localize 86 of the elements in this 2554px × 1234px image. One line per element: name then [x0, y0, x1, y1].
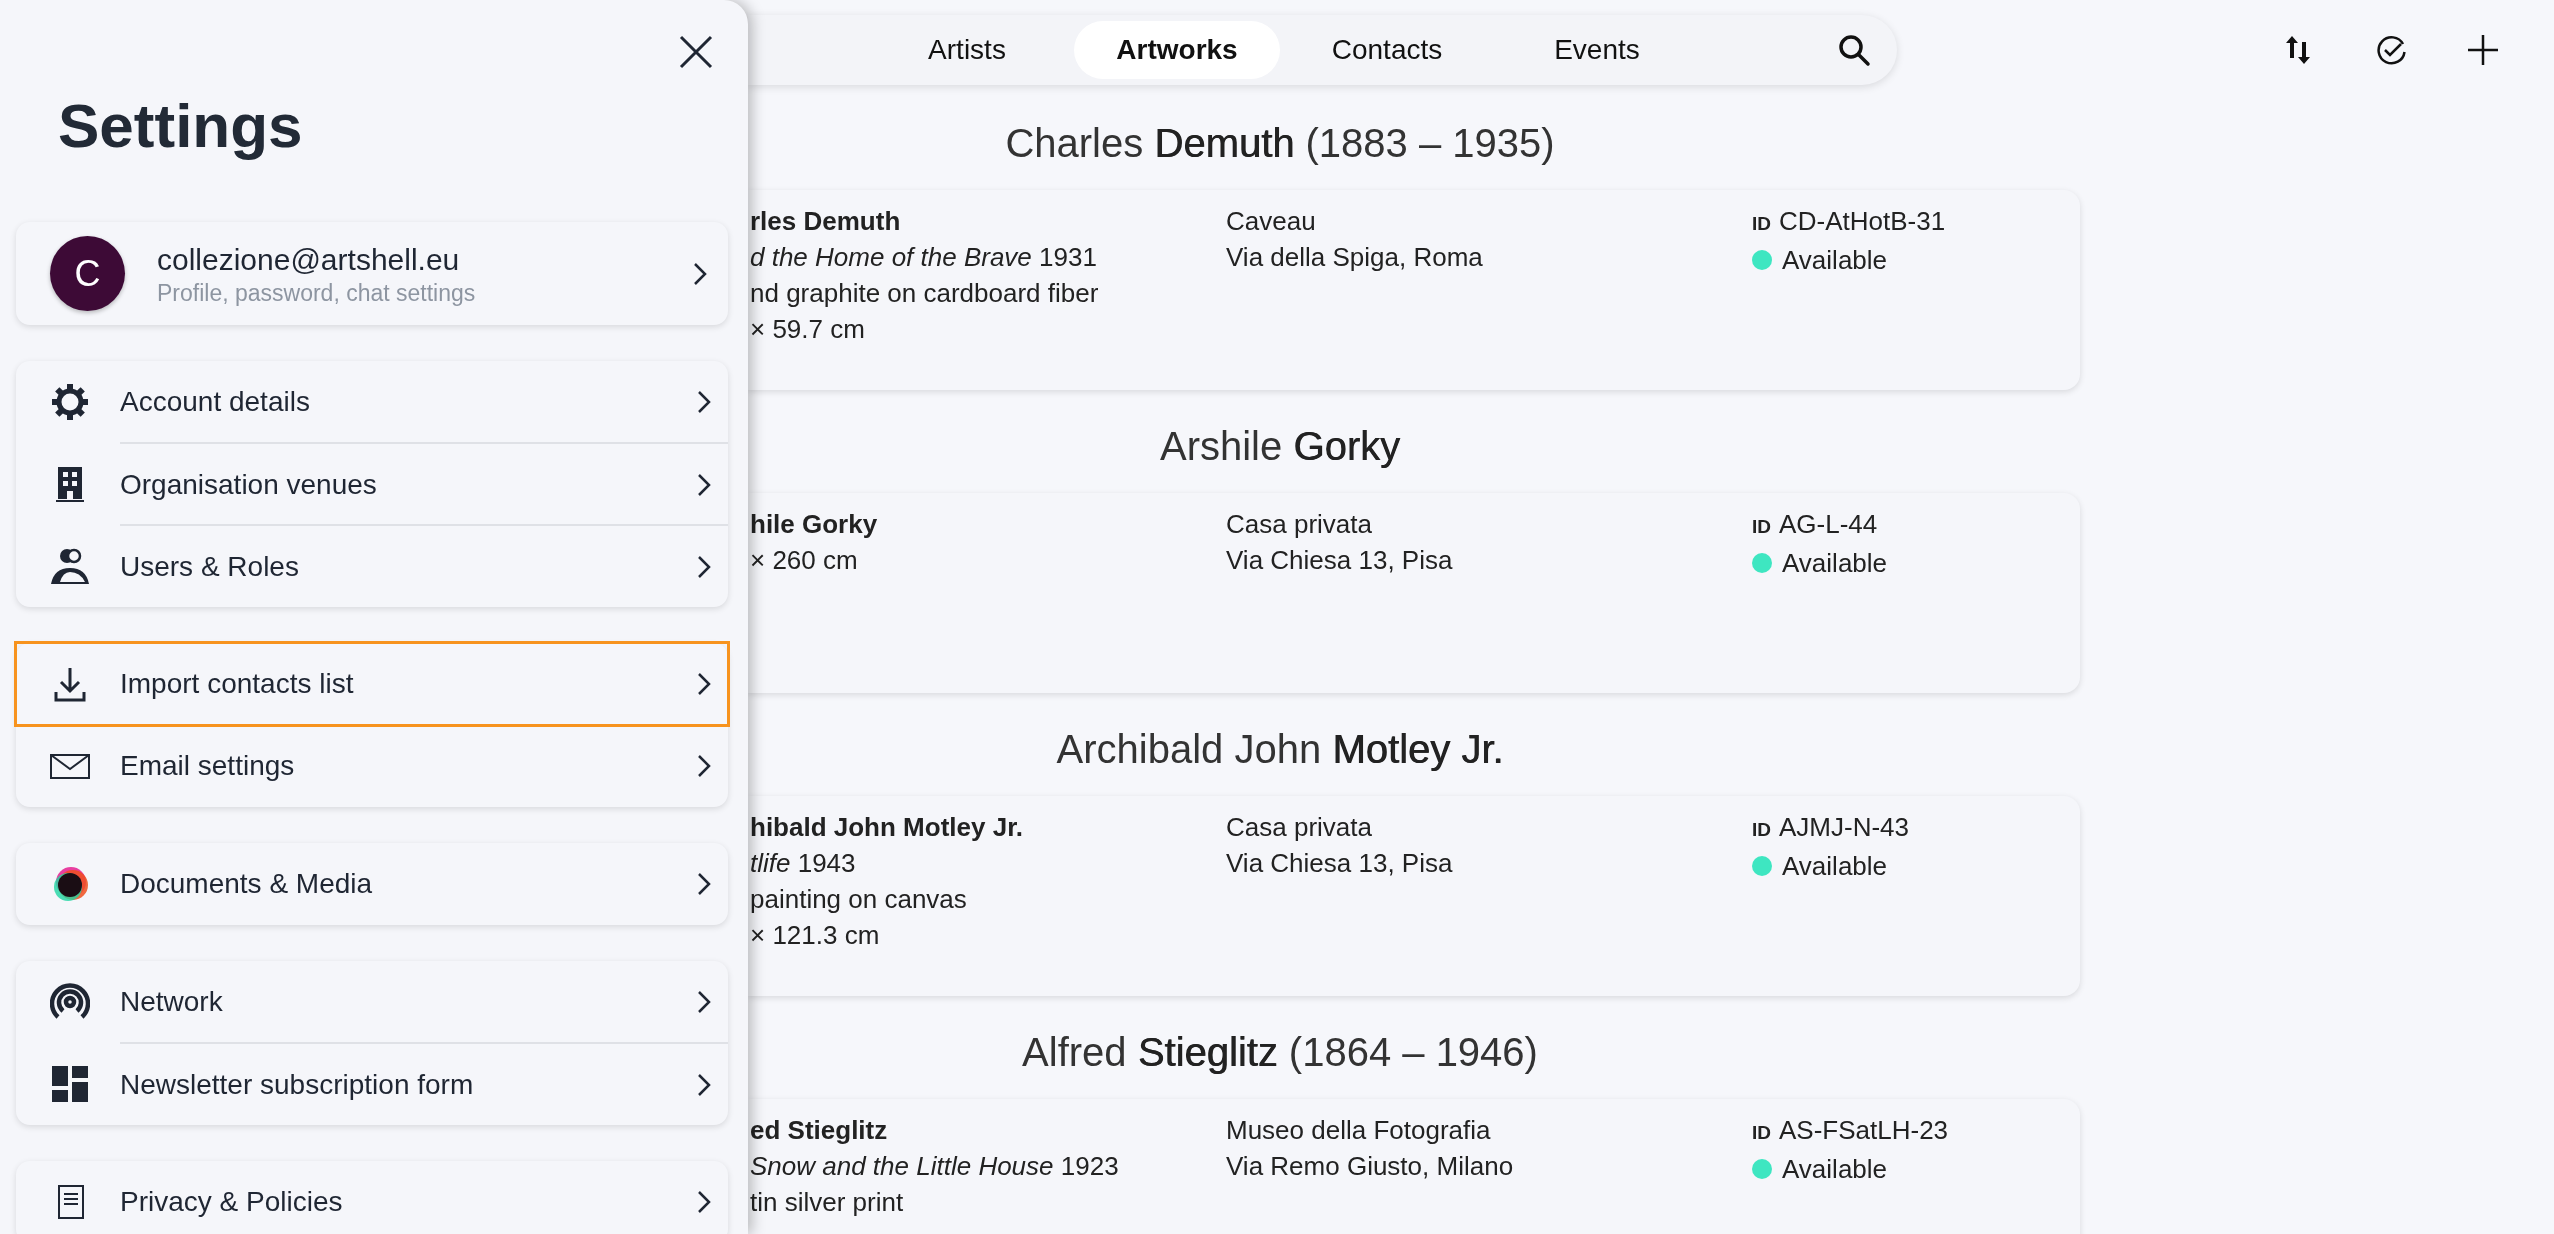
chevron-right-icon: [696, 871, 712, 897]
tab[interactable]: Artworks: [1074, 21, 1280, 79]
artwork-card[interactable]: hile Gorky × 260 cm Casa privata Via Chiesa 13, Pisa ID AG-L-44 Available: [748, 493, 2080, 693]
chevron-right-icon: [696, 1189, 712, 1215]
artwork-id: AJMJ-N-43: [1779, 811, 1909, 844]
artwork-detail: × 260 cm: [750, 544, 858, 577]
id-label: ID: [1752, 515, 1771, 539]
gear-icon: [50, 382, 90, 422]
id-label: ID: [1752, 212, 1771, 236]
artist-name: hibald John Motley Jr.: [750, 811, 1024, 844]
settings-item[interactable]: Organisation venues: [16, 443, 728, 525]
settings-item-label: Import contacts list: [120, 668, 355, 700]
tab[interactable]: Events: [1494, 21, 1700, 79]
settings-item[interactable]: Documents & Media: [16, 843, 728, 925]
settings-item-label: Network: [120, 986, 224, 1018]
artist-heading: Charles Demuth (1883 – 1935): [1005, 120, 1555, 167]
artwork-detail: tlife 1943: [750, 847, 856, 880]
chevron-right-icon: [696, 389, 712, 415]
close-icon: [678, 34, 714, 70]
settings-item[interactable]: Email settings: [16, 725, 728, 807]
artwork-id: AG-L-44: [1779, 508, 1878, 541]
artwork-card[interactable]: rles Demuth d the Home of the Brave 1931 nd graphite on cardboard fiber × 59.7 cm Caveau Via della Spiga, Roma ID CD-AtHotB-31 Available: [748, 190, 2080, 390]
artist-heading: Archibald John Motley Jr.: [1056, 726, 1504, 773]
chevron-right-icon: [696, 554, 712, 580]
plus-icon: [2467, 34, 2499, 66]
artwork-detail: Snow and the Little House 1923: [750, 1150, 1119, 1183]
artist-name: rles Demuth: [750, 205, 901, 238]
artwork-id: AS-FSatLH-23: [1779, 1114, 1949, 1147]
settings-item-label: Documents & Media: [120, 868, 374, 900]
panel-title: Settings: [58, 90, 304, 162]
settings-item-label: Email settings: [120, 750, 296, 782]
settings-item[interactable]: Newsletter subscription form: [16, 1043, 728, 1125]
tab[interactable]: Artists: [864, 21, 1070, 79]
location-text: Via Remo Giusto, Milano: [1226, 1150, 1514, 1183]
status-text: Available: [1782, 244, 1888, 277]
settings-item-label: Organisation venues: [120, 469, 378, 501]
artwork-detail: tin silver print: [750, 1186, 904, 1219]
chevron-right-icon: [696, 671, 712, 697]
settings-item-label: Privacy & Policies: [120, 1186, 344, 1218]
chevron-right-icon: [692, 260, 708, 287]
chevron-right-icon: [696, 989, 712, 1015]
chevron-right-icon: [696, 753, 712, 779]
search-icon: [1837, 33, 1871, 67]
settings-item[interactable]: Network: [16, 961, 728, 1043]
status-text: Available: [1782, 1153, 1888, 1186]
status-text: Available: [1782, 850, 1888, 883]
users-icon: [50, 546, 90, 586]
artwork-detail: × 59.7 cm: [750, 313, 865, 346]
artwork-detail: × 121.3 cm: [750, 919, 880, 952]
id-label: ID: [1752, 1121, 1771, 1145]
location-text: Museo della Fotografia: [1226, 1114, 1491, 1147]
artist-name: ed Stieglitz: [750, 1114, 888, 1147]
artist-heading: Arshile Gorky: [1159, 423, 1401, 470]
artwork-card[interactable]: ed Stieglitz Snow and the Little House 1923 tin silver print Museo della Fotografia Via Remo Giusto, Milano ID AS-FSatLH-23 Available: [748, 1099, 2080, 1234]
artwork-detail: nd graphite on cardboard fiber: [750, 277, 1099, 310]
dashboard-icon: [50, 1064, 90, 1104]
profile-card[interactable]: C collezione@artshell.eu Profile, password, chat settings: [16, 222, 728, 325]
chevron-right-icon: [696, 472, 712, 498]
check-circle-icon: [2375, 34, 2407, 66]
location-text: Caveau: [1226, 205, 1316, 238]
broadcast-icon: [50, 982, 90, 1022]
location-text: Via Chiesa 13, Pisa: [1226, 847, 1453, 880]
artwork-detail: d the Home of the Brave 1931: [750, 241, 1097, 274]
settings-item[interactable]: Import contacts list: [16, 643, 728, 725]
account-subtitle: Profile, password, chat settings: [157, 278, 477, 307]
chevron-right-icon: [696, 1072, 712, 1098]
settings-item-label: Users & Roles: [120, 551, 300, 583]
settings-item[interactable]: Users & Roles: [16, 525, 728, 607]
artwork-id: CD-AtHotB-31: [1779, 205, 1946, 238]
location-text: Casa privata: [1226, 811, 1372, 844]
location-text: Casa privata: [1226, 508, 1372, 541]
location-text: Via della Spiga, Roma: [1226, 241, 1483, 274]
settings-item-label: Newsletter subscription form: [120, 1069, 475, 1101]
status-text: Available: [1782, 547, 1888, 580]
artist-heading: Alfred Stieglitz (1864 – 1946): [1022, 1029, 1538, 1076]
settings-item[interactable]: Account details: [16, 361, 728, 443]
location-text: Via Chiesa 13, Pisa: [1226, 544, 1453, 577]
avatar: C: [50, 236, 125, 311]
artist-name: hile Gorky: [750, 508, 878, 541]
id-label: ID: [1752, 818, 1771, 842]
artwork-detail: painting on canvas: [750, 883, 967, 916]
artwork-card[interactable]: hibald John Motley Jr. tlife 1943 painting on canvas × 121.3 cm Casa privata Via Chiesa 13, Pisa ID AJMJ-N-43 Available: [748, 796, 2080, 996]
settings-item[interactable]: Privacy & Policies: [16, 1161, 728, 1234]
tab[interactable]: Contacts: [1284, 21, 1490, 79]
account-email: collezione@artshell.eu: [157, 241, 461, 278]
settings-item-label: Account details: [120, 386, 311, 418]
